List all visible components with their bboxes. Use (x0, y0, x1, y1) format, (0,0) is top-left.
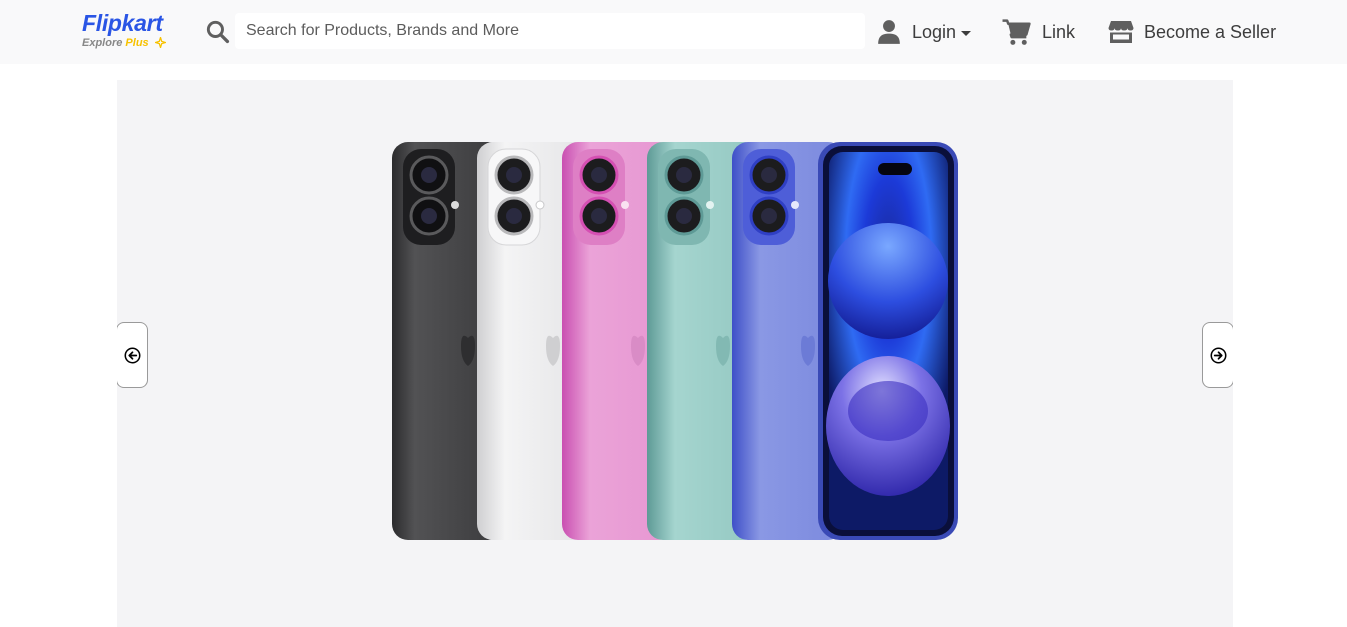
cart-icon (1002, 18, 1031, 45)
login-dropdown[interactable]: Login (876, 16, 972, 48)
search-icon[interactable] (205, 19, 230, 44)
top-navbar: Flipkart Explore Plus Login Link (0, 0, 1347, 64)
arrow-left-circle-icon (124, 347, 140, 363)
chevron-down-icon (961, 30, 972, 36)
logo-tagline: Explore Plus (82, 37, 149, 49)
flipkart-logo[interactable]: Flipkart Explore Plus (82, 10, 174, 54)
store-icon (1108, 21, 1134, 43)
cart-label: Link (1042, 21, 1076, 42)
banner-carousel[interactable] (117, 80, 1233, 627)
user-icon (878, 20, 900, 44)
login-label: Login (912, 21, 957, 42)
carousel-prev-button[interactable] (117, 322, 148, 388)
logo-brand-text: Flipkart (82, 10, 163, 36)
seller-label: Become a Seller (1144, 21, 1277, 42)
arrow-right-circle-icon (1210, 347, 1226, 363)
cart-link[interactable]: Link (1002, 16, 1075, 48)
search-input[interactable] (235, 13, 865, 49)
become-seller-link[interactable]: Become a Seller (1108, 16, 1276, 48)
phones-lineup-image (392, 142, 958, 540)
plus-star-icon (155, 37, 166, 48)
carousel-next-button[interactable] (1202, 322, 1233, 388)
